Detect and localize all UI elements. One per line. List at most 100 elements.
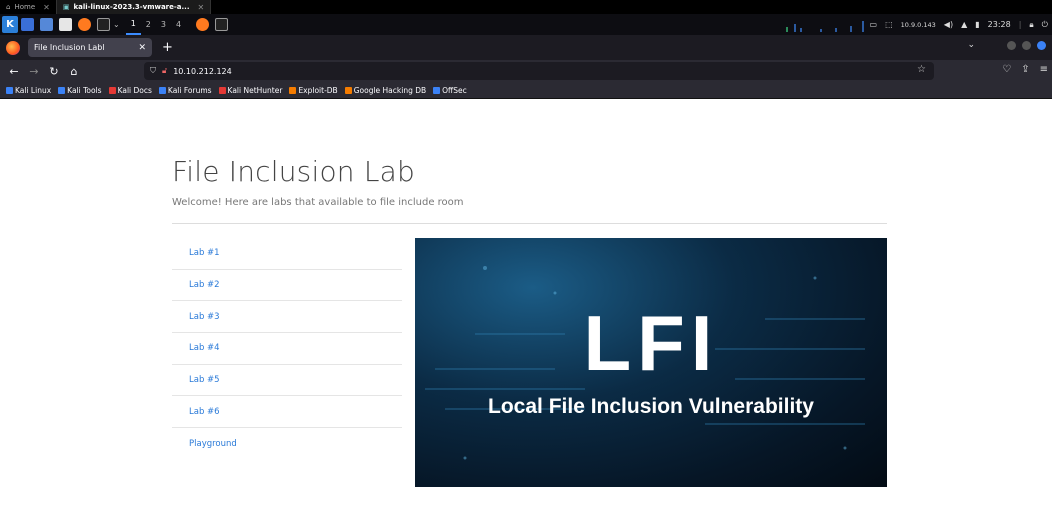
toolbar-right: ♡ ⇪ ≡	[1002, 64, 1048, 75]
vm-tab-home[interactable]: ⌂ Home ✕	[0, 0, 57, 14]
bookmark-label: Kali NetHunter	[227, 85, 283, 95]
bookmark-kali-nethunter[interactable]: Kali NetHunter	[218, 85, 283, 95]
network-graph	[786, 21, 864, 32]
bookmark-exploit-db[interactable]: Exploit-DB	[289, 85, 338, 95]
banner-headline: LFI	[583, 299, 719, 387]
terminal-window-icon[interactable]	[215, 18, 229, 31]
lab-link-5[interactable]: Lab #5	[172, 365, 402, 397]
lab-list: Lab #1 Lab #2 Lab #3 Lab #4 Lab #5 Lab #…	[172, 238, 402, 460]
vm-tab-kali[interactable]: ▣ kali-linux-2023.3-vmware-a... ✕	[56, 0, 212, 14]
kali-docs-icon	[108, 86, 116, 94]
pocket-icon[interactable]: ♡	[1002, 64, 1011, 75]
text-editor-icon[interactable]	[59, 18, 72, 31]
playground-link[interactable]: Playground	[172, 428, 402, 460]
lock-icon[interactable]: 🔒︎	[1029, 20, 1033, 30]
bookmark-label: Kali Tools	[67, 85, 102, 95]
window-controls: ⌄	[967, 40, 1046, 50]
terminal-icon[interactable]	[21, 18, 34, 31]
close-icon[interactable]: ✕	[198, 3, 205, 12]
home-icon: ⌂	[6, 3, 11, 11]
notification-bell-icon[interactable]: ▲	[961, 20, 967, 29]
shield-icon[interactable]: ⛉	[150, 66, 156, 76]
page-edge	[1046, 99, 1052, 507]
chevron-down-icon[interactable]: ⌄	[113, 20, 120, 29]
battery-icon[interactable]: ▮	[975, 20, 979, 29]
lab-link-4[interactable]: Lab #4	[172, 333, 402, 365]
firefox-icon[interactable]	[78, 18, 91, 31]
close-icon[interactable]: ✕	[138, 43, 146, 53]
terminal-emulator-icon[interactable]	[97, 18, 110, 31]
vmware-tab-strip: ⌂ Home ✕ ▣ kali-linux-2023.3-vmware-a...…	[0, 0, 1052, 14]
bookmark-label: Kali Docs	[117, 85, 152, 95]
lab-link-1[interactable]: Lab #1	[172, 238, 402, 270]
bookmark-kali-tools[interactable]: Kali Tools	[58, 85, 102, 95]
panel-tray: ▭ ⬚ 10.9.0.143 ◀) ▲ ▮ 23:28 | 🔒︎ ⏻	[870, 14, 1052, 35]
workspace-1[interactable]: 1	[125, 14, 141, 35]
bookmark-star-icon[interactable]: ☆	[917, 64, 926, 75]
forward-icon[interactable]: →	[24, 65, 44, 78]
list-all-tabs-icon[interactable]: ⌄	[967, 40, 975, 50]
kali-tools-icon	[58, 86, 66, 94]
bookmark-kali-linux[interactable]: Kali Linux	[6, 86, 51, 95]
file-manager-icon[interactable]	[40, 18, 53, 31]
menu-icon[interactable]: ≡	[1040, 64, 1048, 75]
extensions-icon[interactable]: ⇪	[1021, 64, 1029, 75]
browser-tab[interactable]: File Inclusion Labl ✕	[28, 38, 152, 57]
divider: |	[1018, 20, 1022, 29]
power-icon[interactable]: ⏻	[1042, 20, 1048, 30]
vm-icon: ▣	[62, 3, 70, 11]
workspace-4[interactable]: 4	[171, 14, 186, 35]
close-window-button[interactable]	[1037, 40, 1046, 50]
desktop-panel: K ⌄ 1 2 3 4 ▭ ⬚ 10.9.0.143 ◀) ▲ ▮ 23:28 …	[0, 14, 1052, 35]
page-content: File Inclusion Lab Welcome! Here are lab…	[0, 99, 1046, 507]
home-icon[interactable]: ⌂	[64, 65, 84, 78]
bookmarks-bar: Kali Linux Kali Tools Kali Docs Kali For…	[0, 82, 1052, 99]
bookmark-label: Google Hacking DB	[353, 85, 427, 95]
divider	[172, 223, 887, 224]
kali-forums-icon	[158, 86, 166, 94]
new-tab-button[interactable]: +	[162, 40, 173, 55]
maximize-button[interactable]	[1022, 40, 1031, 50]
lab-link-2[interactable]: Lab #2	[172, 270, 402, 302]
reload-icon[interactable]: ↻	[44, 65, 64, 78]
close-icon[interactable]: ✕	[43, 3, 50, 12]
back-icon[interactable]: ←	[4, 65, 24, 78]
tab-title: File Inclusion Labl	[34, 43, 105, 52]
bookmark-google-hacking-db[interactable]: Google Hacking DB	[344, 85, 427, 95]
bookmark-label: Exploit-DB	[298, 85, 338, 95]
google-hacking-db-icon	[344, 86, 352, 94]
page-subtitle: Welcome! Here are labs that available to…	[172, 197, 464, 208]
exploit-db-icon	[289, 86, 297, 94]
workspace-3[interactable]: 3	[156, 14, 171, 35]
lfi-banner-image: LFI Local File Inclusion Vulnerability	[415, 238, 887, 487]
kali-linux-icon	[6, 86, 13, 94]
minimize-button[interactable]	[1007, 40, 1016, 50]
firefox-logo-icon	[6, 40, 20, 55]
url-text: 10.10.212.124	[173, 66, 232, 76]
navigation-bar: ← → ↻ ⌂ ⛉ 🔓︎ 10.10.212.124 ☆ ♡ ⇪ ≡	[0, 60, 1052, 82]
lab-link-6[interactable]: Lab #6	[172, 396, 402, 429]
firefox-window-icon[interactable]	[196, 18, 210, 31]
bookmark-kali-docs[interactable]: Kali Docs	[108, 85, 152, 95]
kali-menu-icon[interactable]: K	[2, 16, 18, 33]
volume-icon[interactable]: ◀)	[944, 20, 953, 29]
workspace-2[interactable]: 2	[141, 14, 156, 35]
kali-nethunter-icon	[218, 86, 226, 94]
offsec-icon	[433, 86, 441, 94]
bookmark-offsec[interactable]: OffSec	[433, 86, 467, 95]
lab-link-3[interactable]: Lab #3	[172, 301, 402, 334]
bookmark-kali-forums[interactable]: Kali Forums	[158, 85, 212, 95]
browser-tab-bar: File Inclusion Labl ✕ + ⌄	[0, 35, 1052, 60]
clock: 23:28	[987, 20, 1011, 29]
bookmark-label: OffSec	[442, 85, 467, 95]
url-bar[interactable]: ⛉ 🔓︎ 10.10.212.124 ☆	[144, 62, 934, 80]
banner-subline: Local File Inclusion Vulnerability	[488, 395, 814, 418]
insecure-lock-icon[interactable]: 🔓︎	[162, 66, 167, 76]
bookmark-label: Kali Forums	[167, 85, 212, 95]
ip-address: 10.9.0.143	[900, 20, 936, 29]
display-icon[interactable]: ▭	[870, 20, 878, 29]
vm-tab-label: Home	[14, 3, 36, 11]
network-icon[interactable]: ⬚	[885, 20, 893, 29]
page-title: File Inclusion Lab	[172, 155, 415, 188]
vm-tab-label: kali-linux-2023.3-vmware-a...	[73, 3, 190, 11]
